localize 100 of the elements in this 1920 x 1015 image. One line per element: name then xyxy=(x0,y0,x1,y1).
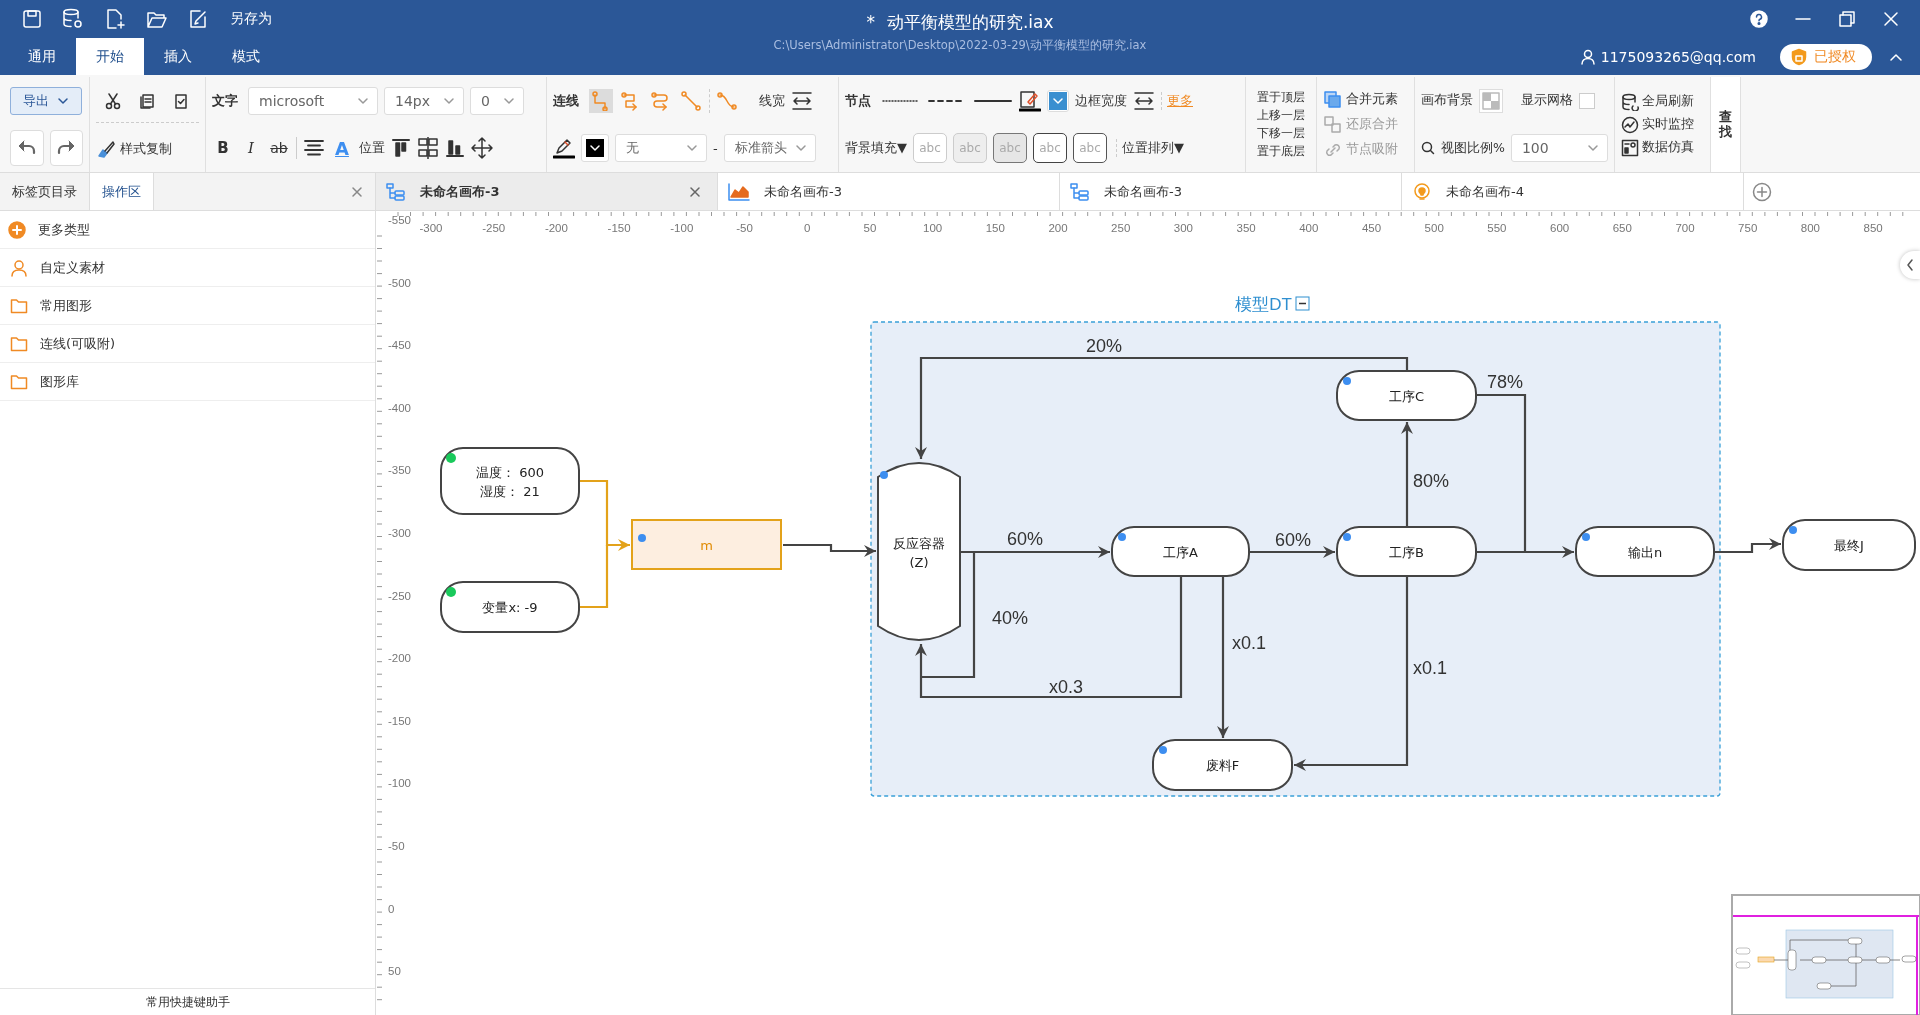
connector-arrow[interactable] xyxy=(1249,546,1335,558)
restore-icon[interactable] xyxy=(1838,10,1856,28)
merge-action[interactable]: 合并元素 xyxy=(1323,90,1408,109)
ruler-label: 50 xyxy=(863,222,877,234)
connector-arrow[interactable] xyxy=(1294,576,1409,771)
position-button[interactable]: 位置 xyxy=(359,139,385,158)
style-copy-button[interactable]: 样式复制 xyxy=(96,139,172,158)
zoom-label: 视图比例% xyxy=(1441,139,1505,157)
font-select[interactable]: microsoft xyxy=(248,86,378,115)
menu-tab[interactable]: 开始 xyxy=(76,38,144,75)
process-node[interactable] xyxy=(1336,370,1477,421)
redo-button[interactable] xyxy=(49,130,83,167)
arrow-end-select[interactable]: 标准箭头 xyxy=(723,134,816,163)
save-icon[interactable] xyxy=(22,9,42,29)
border-width-button[interactable]: 边框宽度 xyxy=(1075,91,1127,110)
find-button[interactable]: 查找 xyxy=(1719,110,1732,139)
align-top-icon[interactable] xyxy=(391,138,411,159)
ruler-label: 750 xyxy=(1738,222,1758,234)
connector-arrow[interactable] xyxy=(915,576,1183,699)
folder-icon[interactable] xyxy=(146,9,168,29)
document-tab[interactable]: 未命名画布-4 xyxy=(1402,173,1744,210)
line-color-icon[interactable] xyxy=(553,137,575,160)
color-dropdown[interactable] xyxy=(1047,89,1069,112)
add-tab-icon[interactable] xyxy=(1752,181,1772,202)
library-item[interactable]: 更多类型 xyxy=(0,211,375,249)
export-button[interactable]: 导出 xyxy=(10,86,82,115)
layer-button[interactable]: 下移一层 xyxy=(1257,125,1305,142)
size-select[interactable]: 14px xyxy=(384,86,464,115)
library-item[interactable]: 图形库 xyxy=(0,363,375,401)
vessel-node[interactable] xyxy=(877,462,961,641)
close-icon[interactable] xyxy=(1882,10,1900,28)
process-node[interactable] xyxy=(1782,519,1916,571)
zoom-select[interactable]: 100 xyxy=(1510,134,1608,163)
library-item[interactable]: 连线(可吸附) xyxy=(0,325,375,363)
tree-icon xyxy=(1070,182,1090,201)
shortcut-helper[interactable]: 常用快捷键助手 xyxy=(0,988,375,1015)
align-bottom-icon[interactable] xyxy=(445,138,465,159)
account-email[interactable]: 1175093265@qq.com xyxy=(1600,48,1756,65)
copy-icon[interactable] xyxy=(138,91,156,110)
panel-tab[interactable]: 操作区 xyxy=(90,173,154,210)
arrow-start-select[interactable]: 无 xyxy=(615,134,707,163)
document-tab[interactable]: 未命名画布-3 xyxy=(718,173,1060,210)
undo-button[interactable] xyxy=(10,130,44,167)
ruler-label: -250 xyxy=(388,589,412,602)
process-node[interactable] xyxy=(440,581,580,633)
border-color-icon[interactable] xyxy=(1019,89,1041,112)
spacing-select[interactable]: 0 xyxy=(470,86,524,115)
connector-arrow[interactable] xyxy=(1401,422,1413,527)
library-item[interactable]: 常用图形 xyxy=(0,287,375,325)
help-icon[interactable] xyxy=(1750,10,1768,28)
connector-arrow[interactable] xyxy=(1714,538,1781,554)
process-node[interactable] xyxy=(631,519,782,570)
solid-line-icon[interactable] xyxy=(973,97,1013,104)
database-icon[interactable] xyxy=(62,8,84,30)
grid-checkbox[interactable] xyxy=(1579,92,1595,109)
process-node[interactable] xyxy=(1111,526,1250,577)
scissors-icon[interactable] xyxy=(104,91,122,110)
distribute-icon[interactable] xyxy=(417,137,439,160)
tool-button[interactable]: 数据仿真 xyxy=(1621,138,1704,157)
process-node[interactable] xyxy=(440,447,580,515)
tool-button[interactable]: 全局刷新 xyxy=(1621,92,1704,111)
straight-connector-icon xyxy=(681,90,701,111)
process-node[interactable] xyxy=(1575,526,1715,577)
line-width-icon[interactable] xyxy=(791,90,813,111)
collapse-button[interactable] xyxy=(1900,251,1920,279)
color-dropdown[interactable] xyxy=(581,134,609,163)
edit-file-icon[interactable] xyxy=(188,9,208,29)
edge-label: 80% xyxy=(1413,471,1449,491)
connector-arrow[interactable] xyxy=(783,543,876,557)
menu-tab[interactable]: 模式 xyxy=(212,38,280,75)
document-tab[interactable]: 未命名画布-3 xyxy=(1060,173,1402,210)
italic-button[interactable]: I xyxy=(240,139,262,158)
document-tab[interactable]: 未命名画布-3 xyxy=(376,173,718,210)
save-as-button[interactable]: 另存为 xyxy=(230,10,272,28)
collapse-icon[interactable] xyxy=(1295,296,1310,311)
layer-button[interactable]: 置于顶层 xyxy=(1257,89,1305,106)
arrange-button[interactable]: 位置排列▼ xyxy=(1116,139,1184,158)
connector-arrow[interactable] xyxy=(1476,546,1574,558)
fill-button[interactable]: 背景填充▼ xyxy=(845,139,907,158)
move-icon[interactable] xyxy=(471,137,493,160)
tool-button[interactable]: 实时监控 xyxy=(1621,115,1704,134)
connector-arrow[interactable] xyxy=(1217,576,1229,738)
layer-button[interactable]: 上移一层 xyxy=(1257,107,1305,124)
border-width-icon[interactable] xyxy=(1133,90,1155,111)
area-chart-icon xyxy=(728,182,750,201)
close-icon[interactable] xyxy=(689,185,701,198)
minimap-drawing[interactable] xyxy=(1731,894,1920,1015)
layer-button[interactable]: 置于底层 xyxy=(1257,143,1305,160)
library-item[interactable]: 自定义素材 xyxy=(0,249,375,287)
process-node[interactable] xyxy=(1336,526,1477,577)
strikethrough-button[interactable]: ab xyxy=(268,140,290,157)
process-node[interactable] xyxy=(1152,739,1293,791)
line-width-button[interactable]: 线宽 xyxy=(759,91,785,110)
paste-icon[interactable] xyxy=(172,91,190,110)
dotted-line-icon[interactable] xyxy=(881,97,921,104)
bold-button[interactable]: B xyxy=(212,139,234,158)
new-file-icon[interactable] xyxy=(104,8,126,30)
ruler-label: -400 xyxy=(388,401,412,414)
menu-tab[interactable]: 插入 xyxy=(144,38,212,75)
menu-tab[interactable]: 通用 xyxy=(8,38,76,75)
